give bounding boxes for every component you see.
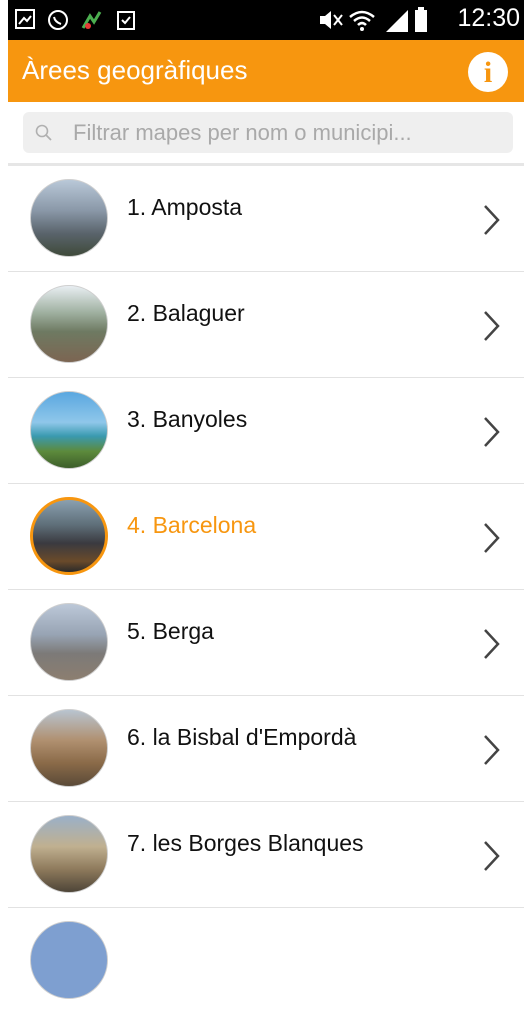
clipboard-check-icon [117,11,135,30]
search-icon [35,124,52,141]
chevron-right-icon [484,523,500,553]
list-item-les-borges-blanques[interactable]: 7. les Borges Blanques [8,802,524,908]
gallery-icon [15,9,35,29]
area-thumbnail [30,179,108,257]
search-placeholder: Filtrar mapes per nom o municipi... [73,120,412,145]
area-thumbnail [30,285,108,363]
list-item-berga[interactable]: 5. Berga [8,590,524,696]
list-item-label: 7. les Borges Blanques [127,830,364,856]
chevron-right-icon [484,841,500,871]
page-title: Àrees geogràfiques [22,55,248,85]
battery-icon [415,7,427,32]
list-item-barcelona[interactable]: 4. Barcelona [8,484,524,590]
chevron-right-icon [484,629,500,659]
list-item-label: 5. Berga [127,618,214,644]
list-item-label: 3. Banyoles [127,406,248,432]
area-thumbnail [30,921,108,999]
wifi-icon [349,10,375,31]
info-icon: i [483,56,493,89]
status-bar: 12:30 [8,0,524,40]
list-item-la-bisbal[interactable]: 6. la Bisbal d'Empordà [8,696,524,802]
search-bar: Filtrar mapes per nom o municipi... [8,102,524,166]
list-item-label: 2. Balaguer [127,300,245,326]
chevron-right-icon [484,417,500,447]
app-bar: Àrees geogràfiques i [8,40,524,102]
chevron-right-icon [484,735,500,765]
list-item-balaguer[interactable]: 2. Balaguer [8,272,524,378]
area-thumbnail [30,391,108,469]
list-item-label: 4. Barcelona [127,512,257,538]
list-item-label: 1. Amposta [127,194,243,220]
info-button[interactable]: i [468,52,508,92]
list-item-amposta[interactable]: 1. Amposta [8,166,524,272]
list-item-label: 6. la Bisbal d'Empordà [127,724,357,750]
area-thumbnail [30,603,108,681]
area-thumbnail [30,497,108,575]
signal-icon [386,10,408,32]
area-thumbnail [30,815,108,893]
whatsapp-icon [48,10,68,30]
chevron-right-icon [484,311,500,341]
status-time: 12:30 [457,4,520,32]
app-notification-icon [81,11,102,29]
search-input[interactable]: Filtrar mapes per nom o municipi... [23,112,513,153]
list-item-partial[interactable] [8,908,524,1014]
chevron-right-icon [484,205,500,235]
mute-icon [320,11,343,29]
list-item-banyoles[interactable]: 3. Banyoles [8,378,524,484]
area-list: 1. Amposta 2. Balaguer 3. Banyoles 4. Ba… [8,166,524,1014]
area-thumbnail [30,709,108,787]
